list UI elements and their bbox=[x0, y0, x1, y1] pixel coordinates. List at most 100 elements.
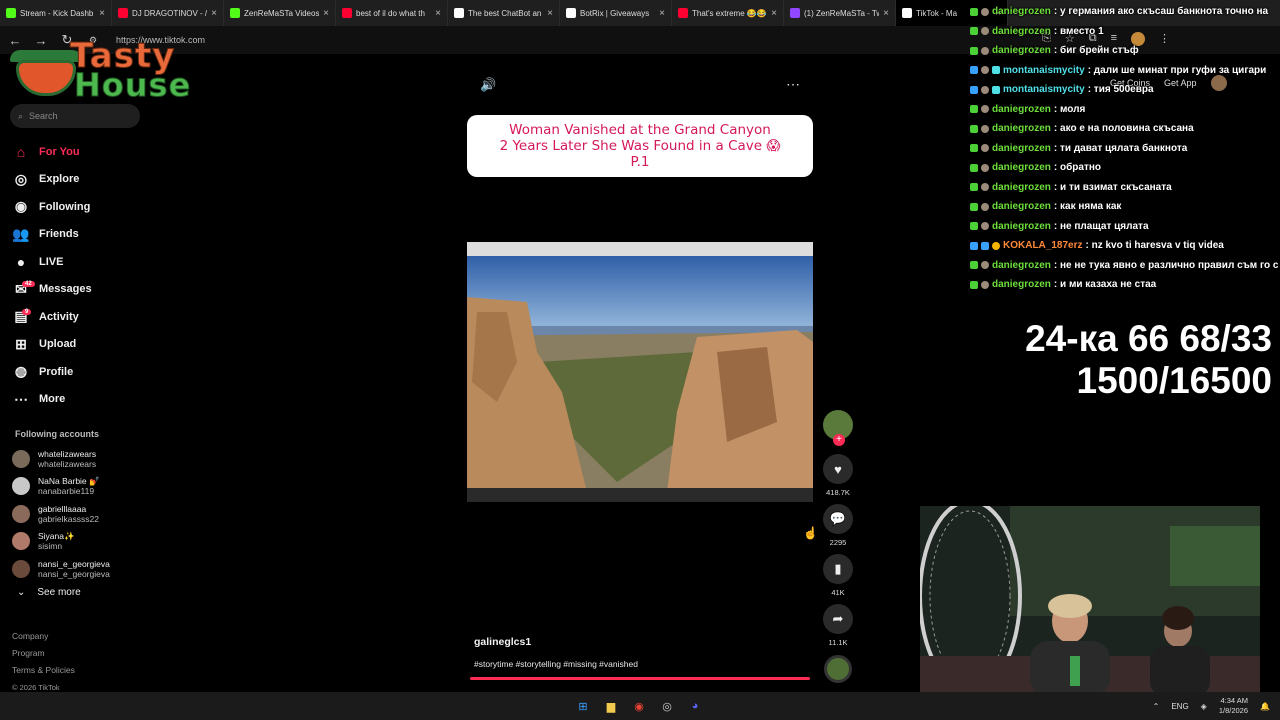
tab-close-icon[interactable]: × bbox=[547, 8, 553, 19]
nav-item-upload[interactable]: ⊞ Upload bbox=[12, 331, 92, 359]
bookmark-icon[interactable]: ▮ bbox=[823, 554, 853, 584]
chrome-icon[interactable]: ◉ bbox=[630, 697, 648, 715]
following-accounts-list: whatelizawears whatelizawears NaNa Barbie … bbox=[12, 445, 110, 583]
chat-username[interactable]: daniegrozen bbox=[992, 45, 1051, 56]
chat-text: : ти дават цялата банкнота bbox=[1053, 142, 1188, 154]
share-action[interactable]: ➦ 11.1K bbox=[822, 604, 854, 648]
tab-close-icon[interactable]: × bbox=[211, 8, 217, 19]
badge-icon bbox=[981, 202, 989, 211]
network-icon[interactable]: ◈ bbox=[1201, 702, 1207, 711]
tab-label: Stream - Kick Dashb bbox=[20, 8, 94, 18]
search-placeholder: Search bbox=[29, 111, 58, 121]
tab-close-icon[interactable]: × bbox=[99, 8, 105, 19]
tab-close-icon[interactable]: × bbox=[659, 8, 665, 19]
browser-tab[interactable]: The best ChatBot an × bbox=[448, 0, 560, 26]
more-options-icon[interactable]: ⋯ bbox=[786, 76, 800, 93]
clock[interactable]: 4:34 AM 1/8/2026 bbox=[1219, 696, 1248, 716]
chat-username[interactable]: daniegrozen bbox=[992, 260, 1051, 271]
chat-username[interactable]: daniegrozen bbox=[992, 182, 1051, 193]
following-accounts-title: Following accounts bbox=[15, 429, 100, 439]
tab-label: BotRix | Giveaways bbox=[580, 8, 650, 18]
notifications-icon[interactable]: 🔔 bbox=[1260, 702, 1270, 711]
chat-username[interactable]: montanaismycity bbox=[1003, 84, 1085, 95]
browser-tab[interactable]: Stream - Kick Dashb × bbox=[0, 0, 112, 26]
footer-link-program[interactable]: Program bbox=[12, 645, 75, 662]
badge-icon bbox=[981, 183, 989, 192]
following-account[interactable]: gabrielllaaaa gabrielkassss22 bbox=[12, 500, 110, 528]
chat-username[interactable]: daniegrozen bbox=[992, 201, 1051, 212]
language-indicator[interactable]: ENG bbox=[1171, 702, 1188, 711]
chat-username[interactable]: daniegrozen bbox=[992, 221, 1051, 232]
chat-username[interactable]: montanaismycity bbox=[1003, 65, 1085, 76]
see-more-button[interactable]: ⌄ See more bbox=[17, 587, 81, 598]
nav-item-explore[interactable]: ◎ Explore bbox=[12, 166, 92, 194]
nav-item-following[interactable]: ◉ Following bbox=[12, 193, 92, 221]
discord-icon[interactable]: ◕ bbox=[686, 697, 704, 715]
nav-item-more[interactable]: ⋯ More bbox=[12, 386, 92, 414]
sidebar-footer: Company Program Terms & Policies © 2026 … bbox=[12, 628, 75, 696]
obs-icon[interactable]: ◎ bbox=[658, 697, 676, 715]
creator-avatar[interactable]: + bbox=[823, 410, 853, 446]
chat-username[interactable]: daniegrozen bbox=[992, 162, 1051, 173]
follow-plus-icon[interactable]: + bbox=[833, 434, 845, 446]
browser-tab[interactable]: BotRix | Giveaways × bbox=[560, 0, 672, 26]
badge-icon bbox=[981, 124, 989, 133]
browser-tab[interactable]: (1) ZenReMaSTa - Tw × bbox=[784, 0, 896, 26]
chat-message: montanaismycity: дали ше минат при гуфи … bbox=[970, 61, 1280, 81]
volume-icon[interactable]: 🔊 bbox=[480, 77, 496, 93]
save-count: 41K bbox=[831, 588, 845, 597]
chat-username[interactable]: daniegrozen bbox=[992, 26, 1051, 37]
badge-icon bbox=[981, 27, 989, 36]
windows-start-icon[interactable]: ⊞ bbox=[574, 697, 592, 715]
video-progress-bar[interactable] bbox=[470, 677, 810, 680]
video-hashtags[interactable]: #storytime #storytelling #missing #vanis… bbox=[474, 659, 638, 669]
chat-username[interactable]: KOKALA_187erz bbox=[1003, 240, 1082, 251]
nav-item-activity[interactable]: ▤ 9 Activity bbox=[12, 303, 92, 331]
tray-chevron-icon[interactable]: ⌃ bbox=[1153, 702, 1160, 711]
following-account[interactable]: nansi_e_georgieva nansi_e_georgieva bbox=[12, 555, 110, 583]
comment-icon[interactable]: 💬 bbox=[823, 504, 853, 534]
footer-link-terms[interactable]: Terms & Policies bbox=[12, 662, 75, 679]
nav-item-for-you[interactable]: ⌂ For You bbox=[12, 138, 92, 166]
like-action[interactable]: ♥ 418.7K bbox=[822, 454, 854, 498]
account-avatar bbox=[12, 532, 30, 551]
footer-link-company[interactable]: Company bbox=[12, 628, 75, 645]
tab-close-icon[interactable]: × bbox=[323, 8, 329, 19]
nav-item-profile[interactable]: ◍ Profile bbox=[12, 358, 92, 386]
action-rail: + ♥ 418.7K 💬 2295 ▮ 41K ➦ 11.1K bbox=[822, 410, 854, 648]
chat-text: : биг брейн стъф bbox=[1053, 45, 1139, 57]
heart-icon[interactable]: ♥ bbox=[823, 454, 853, 484]
video-author[interactable]: galineglcs1 bbox=[474, 636, 531, 648]
tab-close-icon[interactable]: × bbox=[883, 8, 889, 19]
chat-username[interactable]: daniegrozen bbox=[992, 123, 1051, 134]
browser-tab[interactable]: ZenReMaSTa Videos × bbox=[224, 0, 336, 26]
screen: Stream - Kick Dashb × DJ DRAGOTINOV - / × Ze… bbox=[0, 0, 1280, 720]
nav-item-label: More bbox=[39, 393, 66, 406]
account-name: nansi_e_georgieva bbox=[38, 558, 110, 569]
badge-icon bbox=[970, 105, 978, 114]
comment-action[interactable]: 💬 2295 bbox=[822, 504, 854, 548]
tab-close-icon[interactable]: × bbox=[435, 8, 441, 19]
save-action[interactable]: ▮ 41K bbox=[822, 554, 854, 598]
following-account[interactable]: NaNa Barbie 💅 nanabarbie119 bbox=[12, 473, 110, 501]
profile-icon: ◍ bbox=[14, 363, 28, 380]
chat-username[interactable]: daniegrozen bbox=[992, 143, 1051, 154]
browser-tab[interactable]: DJ DRAGOTINOV - / × bbox=[112, 0, 224, 26]
browser-tab[interactable]: best of il do what th × bbox=[336, 0, 448, 26]
share-icon[interactable]: ➦ bbox=[823, 604, 853, 634]
following-account[interactable]: whatelizawears whatelizawears bbox=[12, 445, 110, 473]
account-avatar bbox=[12, 504, 30, 523]
chat-username[interactable]: daniegrozen bbox=[992, 279, 1051, 290]
following-account[interactable]: Siyana✨ sisimn bbox=[12, 528, 110, 556]
nav-item-messages[interactable]: ✉ 42 Messages bbox=[12, 276, 91, 304]
nav-item-live[interactable]: ● LIVE bbox=[12, 248, 92, 276]
chat-username[interactable]: daniegrozen bbox=[992, 104, 1051, 115]
chat-text: : моля bbox=[1053, 103, 1086, 115]
browser-tab[interactable]: That's extreme 😂😂 × bbox=[672, 0, 784, 26]
nav-item-friends[interactable]: 👥 Friends bbox=[12, 221, 92, 249]
video-player[interactable] bbox=[467, 242, 813, 502]
music-disc-icon[interactable] bbox=[824, 655, 852, 683]
chat-username[interactable]: daniegrozen bbox=[992, 6, 1051, 17]
tab-close-icon[interactable]: × bbox=[771, 8, 777, 19]
file-explorer-icon[interactable]: ▆ bbox=[602, 697, 620, 715]
